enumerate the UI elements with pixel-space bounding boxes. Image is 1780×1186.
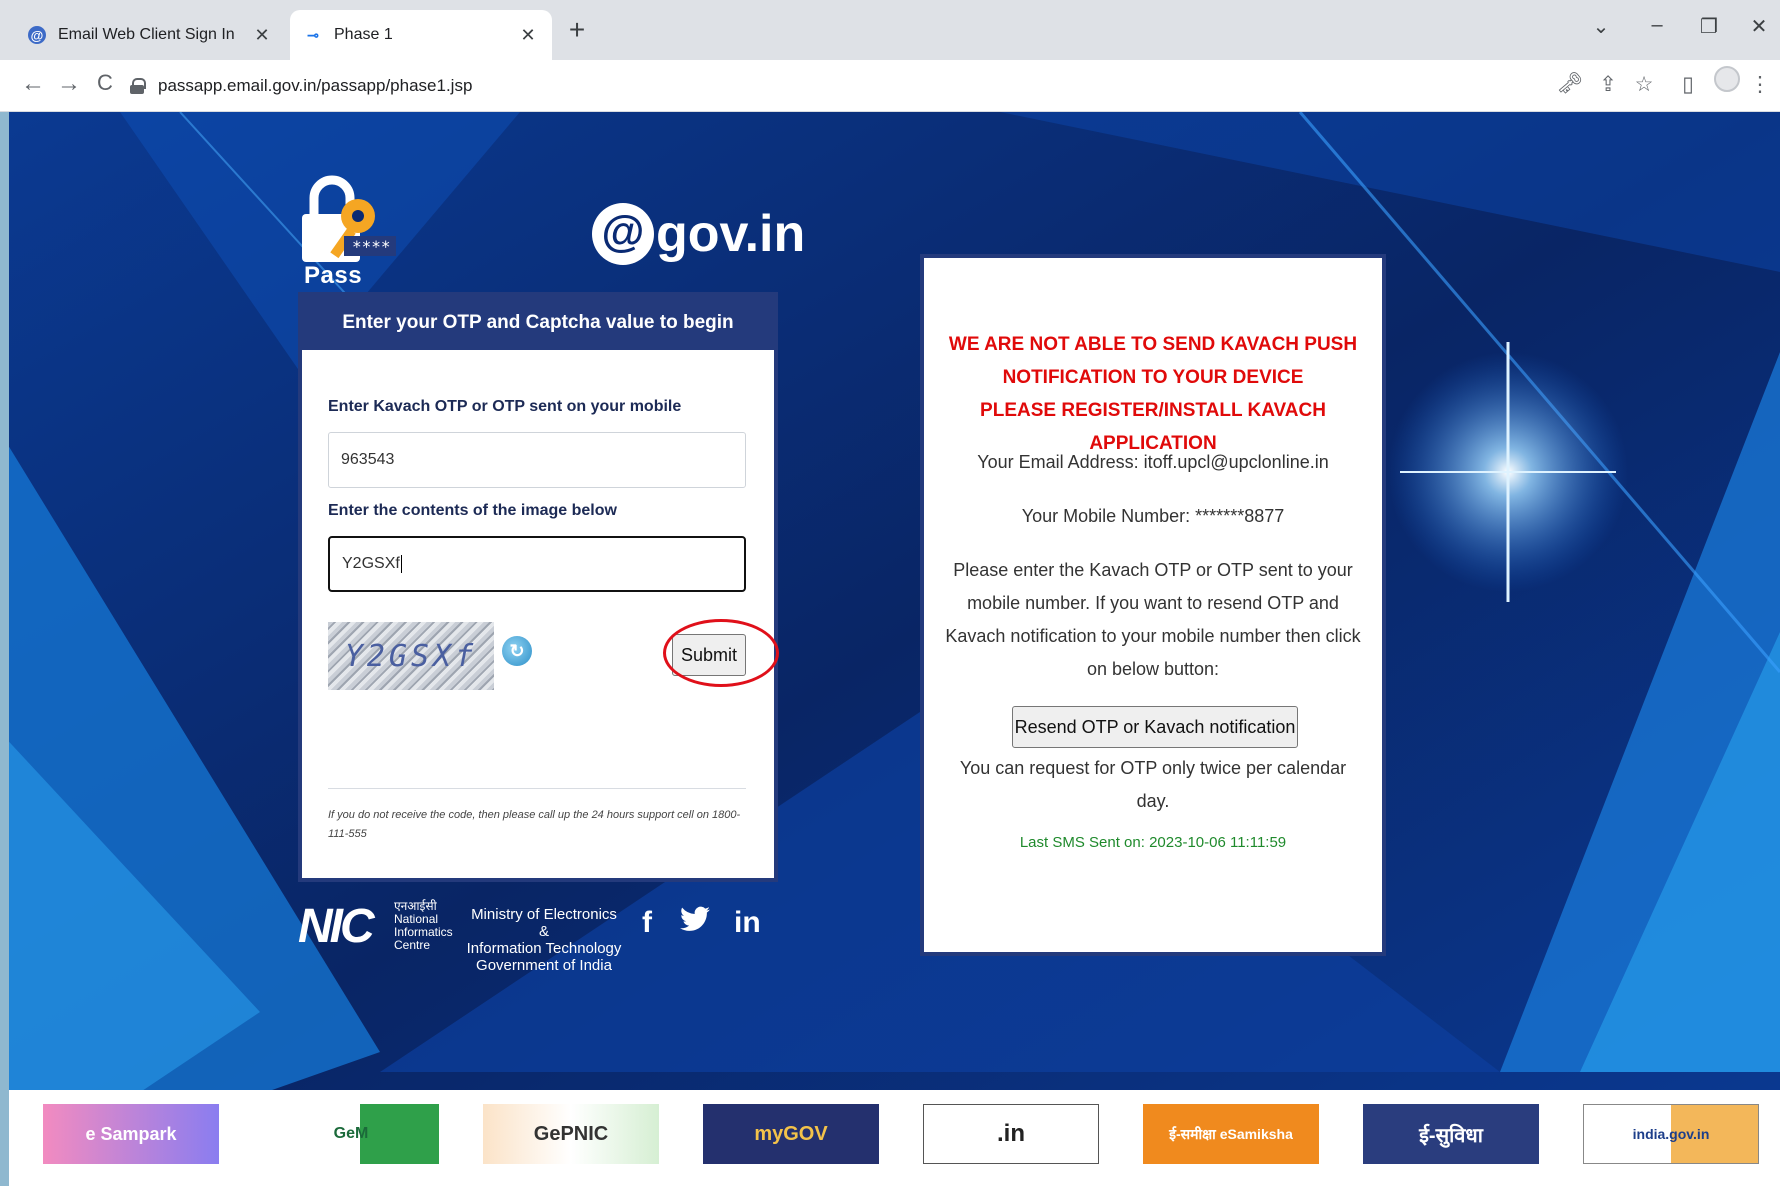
- captcha-image: Y2GSXf: [328, 622, 494, 690]
- esamiksha-banner[interactable]: ई-समीक्षा eSamiksha: [1143, 1104, 1319, 1164]
- lock-icon: [130, 78, 146, 94]
- support-text: If you do not receive the code, then ple…: [328, 809, 741, 840]
- restore-icon[interactable]: ❐: [1694, 14, 1724, 39]
- key-icon: ⊸: [307, 26, 319, 43]
- close-icon[interactable]: ✕: [518, 25, 538, 46]
- esuvidha-banner[interactable]: ई-सुविधा: [1363, 1104, 1539, 1164]
- browser-toolbar: ← → C passapp.email.gov.in/passapp/phase…: [0, 60, 1780, 112]
- ministry-line: Ministry of Electronics &: [471, 906, 617, 940]
- forward-icon[interactable]: →: [54, 70, 84, 98]
- kavach-notice-card: WE ARE NOT ABLE TO SEND KAVACH PUSH NOTI…: [920, 254, 1386, 956]
- otp-input[interactable]: 963543: [328, 432, 746, 488]
- ministry-line: Government of India: [476, 957, 612, 974]
- side-panel-icon[interactable]: ▯: [1674, 72, 1702, 97]
- tab-search-icon[interactable]: ⌄: [1586, 14, 1616, 39]
- tab-strip: @ Email Web Client Sign In ✕ ⊸ Phase 1 ✕…: [0, 0, 1780, 60]
- minimize-icon[interactable]: –: [1642, 14, 1672, 37]
- profile-avatar[interactable]: [1714, 66, 1740, 92]
- indiagov-banner[interactable]: india.gov.in: [1583, 1104, 1759, 1164]
- captcha-value: Y2GSXf: [342, 555, 400, 572]
- address-bar[interactable]: passapp.email.gov.in/passapp/phase1.jsp: [130, 68, 1540, 104]
- tab-email-web-client[interactable]: @ Email Web Client Sign In ✕: [14, 10, 286, 60]
- share-icon[interactable]: ⇪: [1594, 72, 1622, 97]
- nic-name-line: Centre: [394, 938, 431, 952]
- linkedin-icon[interactable]: in: [734, 906, 761, 940]
- gov-in-logo: @ gov.in: [592, 196, 805, 272]
- tab-phase-1[interactable]: ⊸ Phase 1 ✕: [290, 10, 552, 60]
- warning-line: NOTIFICATION TO YOUR DEVICE: [1002, 367, 1304, 388]
- kavach-warning: WE ARE NOT ABLE TO SEND KAVACH PUSH NOTI…: [934, 328, 1372, 460]
- nic-name: एनआईसी National Informatics Centre: [394, 900, 453, 952]
- password-key-icon[interactable]: 🗝: [1556, 72, 1584, 96]
- twitter-icon[interactable]: [680, 906, 710, 939]
- captcha-input[interactable]: Y2GSXf: [328, 536, 746, 592]
- resend-otp-button[interactable]: Resend OTP or Kavach notification: [1012, 706, 1298, 748]
- ministry-line: Information Technology: [466, 940, 622, 957]
- padlock-key-icon: ****: [302, 175, 396, 262]
- gov-at-symbol: @: [592, 203, 654, 265]
- captcha-label: Enter the contents of the image below: [328, 502, 617, 519]
- text-caret: [400, 555, 402, 573]
- mobile-number-text: Your Mobile Number: *******8877: [1021, 506, 1285, 526]
- gem-banner[interactable]: GeM: [263, 1104, 439, 1164]
- instructions-text: Please enter the Kavach OTP or OTP sent …: [945, 560, 1361, 679]
- pass-app-logo: **** Pass App: [296, 174, 416, 317]
- otp-label: Enter Kavach OTP or OTP sent on your mob…: [328, 398, 682, 415]
- svg-text:****: ****: [352, 237, 391, 256]
- warning-line: WE ARE NOT ABLE TO SEND KAVACH PUSH: [948, 334, 1358, 355]
- last-sms-text: Last SMS Sent on: 2023-10-06 11:11:59: [1019, 834, 1287, 851]
- nic-footer: NIC एनआईसी National Informatics Centre M…: [298, 896, 778, 975]
- esampark-banner[interactable]: e Sampark: [43, 1104, 219, 1164]
- banner-strip: e Sampark GeM GePNIC myGOV .in ई-समीक्षा…: [9, 1090, 1780, 1186]
- back-icon[interactable]: ←: [18, 70, 48, 98]
- submit-button[interactable]: Submit: [672, 634, 746, 676]
- url-text: passapp.email.gov.in/passapp/phase1.jsp: [158, 76, 473, 95]
- in-registry-banner[interactable]: .in: [923, 1104, 1099, 1164]
- window-close-icon[interactable]: ✕: [1744, 14, 1774, 39]
- page-viewport: **** Pass App @ gov.in Enter your OTP an…: [0, 112, 1780, 1186]
- refresh-captcha-icon[interactable]: ↻: [502, 636, 532, 666]
- otp-limit-text: You can request for OTP only twice per c…: [959, 758, 1347, 811]
- tab-title: Phase 1: [334, 26, 393, 43]
- at-icon: @: [28, 26, 46, 44]
- card-divider: [328, 788, 746, 789]
- background-graphic: [0, 112, 1780, 1186]
- left-edge-strip: [0, 112, 9, 1186]
- ministry-text: Ministry of Electronics & Information Te…: [466, 906, 622, 974]
- facebook-icon[interactable]: f: [642, 906, 652, 940]
- otp-login-card: Enter your OTP and Captcha value to begi…: [298, 292, 779, 882]
- email-address-text: Your Email Address: itoff.upcl@upclonlin…: [977, 452, 1329, 472]
- nic-logo: NIC: [298, 900, 375, 953]
- bookmark-star-icon[interactable]: ☆: [1630, 72, 1658, 97]
- mygov-banner[interactable]: myGOV: [703, 1104, 879, 1164]
- new-tab-button[interactable]: +: [562, 16, 592, 46]
- reload-icon[interactable]: C: [90, 70, 120, 96]
- login-card-header: Enter your OTP and Captcha value to begi…: [302, 296, 774, 350]
- otp-value: 963543: [341, 451, 395, 468]
- gepnic-banner[interactable]: GePNIC: [483, 1104, 659, 1164]
- tab-title: Email Web Client Sign In: [58, 26, 235, 43]
- menu-icon[interactable]: ⋮: [1746, 72, 1774, 97]
- close-icon[interactable]: ✕: [252, 25, 272, 46]
- gov-in-text: gov.in: [656, 205, 806, 263]
